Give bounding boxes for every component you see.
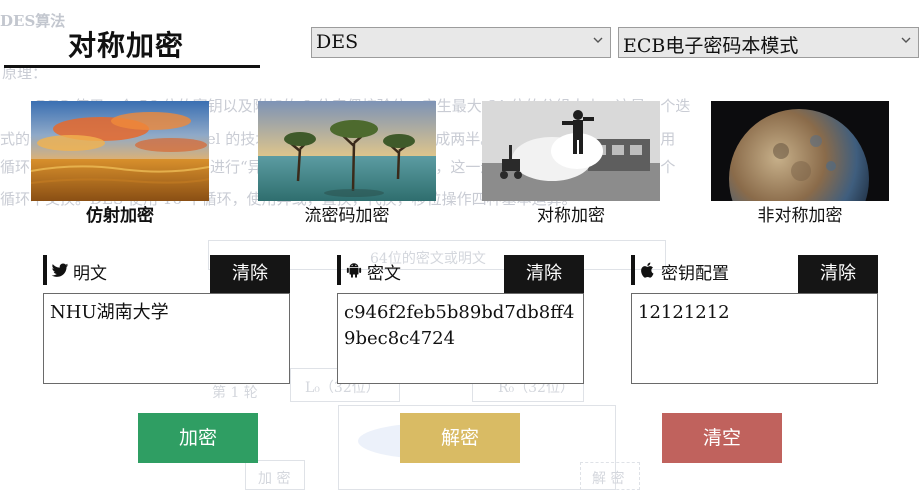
tile-label-symmetric[interactable]: 对称加密 (482, 201, 660, 226)
bg-flow-box (580, 462, 640, 490)
mode-select-value: ECB电子密码本模式 (623, 35, 799, 57)
bg-flow-add: 加 密 (258, 471, 291, 487)
key-panel-header: 密钥配置 (631, 255, 801, 285)
bg-title: DES算法 (0, 12, 66, 30)
key-input[interactable]: 12121212 (631, 293, 878, 384)
key-config-label: 密钥配置 (661, 264, 729, 284)
sunset-field-image (31, 101, 209, 201)
tile-label-asymmetric[interactable]: 非对称加密 (711, 201, 889, 226)
plaintext-label: 明文 (73, 264, 107, 284)
encrypt-button[interactable]: 加密 (138, 413, 258, 463)
decrypt-button[interactable]: 解密 (400, 413, 520, 463)
clear-key-button[interactable]: 清除 (798, 255, 878, 293)
asymmetric-cipher-tile-image[interactable] (711, 101, 889, 201)
bg-flow-dec: 解 密 (592, 471, 625, 487)
ciphertext-input[interactable]: c946f2feb5b89bd7db8ff49bec8c4724 (337, 293, 584, 384)
title-underline (4, 65, 260, 68)
algorithm-select-value: DES (316, 31, 359, 53)
panel-accent-bar (43, 255, 47, 285)
clear-ciphertext-button[interactable]: 清除 (504, 255, 584, 293)
bg-flow-round: 第 1 轮 (212, 385, 258, 401)
stream-cipher-tile-image[interactable] (258, 101, 436, 201)
plaintext-input[interactable]: NHU湖南大学 (43, 293, 290, 384)
tile-label-affine[interactable]: 仿射加密 (31, 201, 209, 226)
twitter-icon (51, 263, 69, 277)
page-title: 对称加密 (68, 29, 185, 62)
algorithm-select[interactable]: DES (311, 27, 611, 58)
panel-accent-bar (337, 255, 341, 285)
bg-flow-box (245, 460, 305, 490)
monochrome-jump-image (482, 101, 660, 201)
panel-accent-bar (631, 255, 635, 285)
mode-select[interactable]: ECB电子密码本模式 (618, 27, 919, 58)
moon-image (711, 101, 889, 201)
affine-cipher-tile-image[interactable] (31, 101, 209, 201)
trees-water-image (258, 101, 436, 201)
plaintext-panel-header: 明文 (43, 255, 213, 285)
symmetric-cipher-tile-image[interactable] (482, 101, 660, 201)
ciphertext-label: 密文 (367, 264, 401, 284)
apple-icon (641, 262, 654, 278)
ciphertext-panel-header: 密文 (337, 255, 507, 285)
tile-label-stream[interactable]: 流密码加密 (258, 201, 436, 226)
chevron-down-icon (593, 37, 603, 43)
chevron-down-icon (901, 37, 911, 43)
android-icon (346, 263, 362, 278)
clear-plaintext-button[interactable]: 清除 (210, 255, 290, 293)
clear-all-button[interactable]: 清空 (662, 413, 782, 463)
